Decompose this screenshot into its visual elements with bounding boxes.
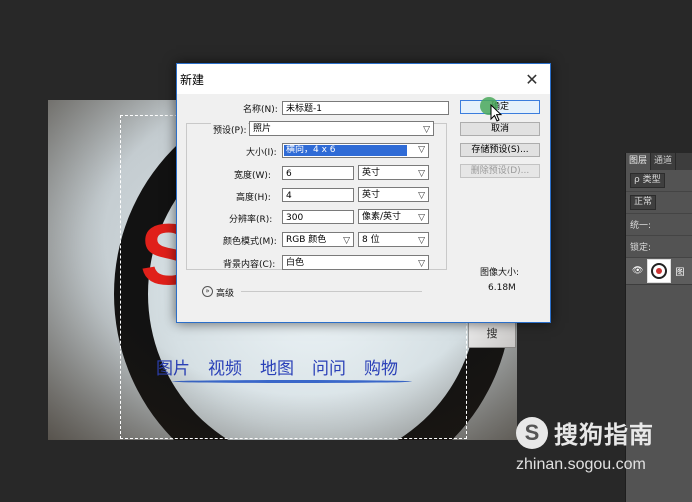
watermark-logo-icon: S bbox=[516, 416, 548, 449]
preset-label: 预设(P): bbox=[211, 123, 249, 136]
chevron-down-icon: ▽ bbox=[418, 191, 425, 201]
chevron-down-icon: ▽ bbox=[418, 169, 425, 179]
resolution-label: 分辨率(R): bbox=[229, 215, 273, 225]
resolution-field[interactable]: 300 bbox=[282, 210, 354, 224]
close-icon[interactable]: ✕ bbox=[522, 69, 542, 89]
height-unit-value: 英寸 bbox=[362, 190, 381, 200]
size-value: 横向，4 x 6 bbox=[284, 145, 407, 156]
layers-panel-tabs: 图层 通道 bbox=[626, 153, 692, 170]
resolution-unit-value: 像素/英寸 bbox=[362, 212, 402, 222]
background-value: 白色 bbox=[286, 258, 305, 268]
layer-thumb-image bbox=[651, 263, 668, 279]
width-unit-select[interactable]: 英寸 ▽ bbox=[358, 165, 429, 180]
chevron-down-icon: ▽ bbox=[423, 125, 430, 135]
layer-name: 图 bbox=[675, 267, 685, 278]
cancel-button[interactable]: 取消 bbox=[460, 122, 540, 136]
chevron-down-icon: ▽ bbox=[418, 259, 425, 269]
background-select[interactable]: 白色 ▽ bbox=[282, 255, 429, 270]
chevron-down-icon: ▽ bbox=[418, 145, 425, 155]
layer-filter-select[interactable]: ρ 类型 bbox=[630, 173, 665, 188]
chevron-expand-icon[interactable]: » bbox=[202, 286, 213, 297]
chevron-down-icon: ▽ bbox=[343, 236, 350, 246]
size-label: 大小(I): bbox=[246, 148, 277, 158]
watermark: S 搜狗指南 bbox=[516, 415, 654, 450]
chevron-down-icon: ▽ bbox=[418, 236, 425, 246]
tab-layers[interactable]: 图层 bbox=[626, 153, 652, 170]
delete-preset-button: 删除预设(D)... bbox=[460, 164, 540, 178]
mouse-cursor-icon bbox=[490, 104, 503, 122]
watermark-brand: 搜狗指南 bbox=[554, 421, 654, 449]
lock-label: 锁定: bbox=[630, 243, 652, 253]
height-label: 高度(H): bbox=[236, 193, 271, 203]
layer-thumbnail bbox=[647, 259, 672, 283]
lock-row: 锁定: bbox=[626, 236, 692, 258]
width-unit-value: 英寸 bbox=[362, 168, 381, 178]
color-mode-label: 颜色模式(M): bbox=[223, 237, 277, 247]
name-label: 名称(N): bbox=[243, 105, 278, 115]
layer-row[interactable]: 👁 图 bbox=[626, 258, 692, 285]
color-mode-select[interactable]: RGB 颜色 ▽ bbox=[282, 232, 354, 247]
resolution-unit-select[interactable]: 像素/英寸 ▽ bbox=[358, 209, 429, 224]
image-size-label: 图像大小: bbox=[480, 268, 520, 278]
unify-row: 统一: bbox=[626, 214, 692, 236]
width-field[interactable]: 6 bbox=[282, 166, 354, 180]
name-field[interactable]: 未标题-1 bbox=[282, 101, 449, 115]
image-size-value: 6.18M bbox=[488, 283, 516, 293]
save-preset-button[interactable]: 存储预设(S)... bbox=[460, 143, 540, 157]
blend-mode-select[interactable]: 正常 bbox=[630, 195, 657, 210]
size-select[interactable]: 横向，4 x 6 ▽ bbox=[282, 143, 429, 158]
dialog-title: 新建 bbox=[180, 73, 205, 87]
background-label: 背景内容(C): bbox=[223, 260, 276, 270]
height-field[interactable]: 4 bbox=[282, 188, 354, 202]
eye-icon[interactable]: 👁 bbox=[632, 266, 643, 276]
advanced-toggle[interactable]: 高级 bbox=[216, 286, 234, 299]
bit-depth-value: 8 位 bbox=[362, 235, 380, 245]
new-document-dialog: 新建 ✕ 名称(N): 未标题-1 预设(P): 照片 ▽ 大小(I): 横向，… bbox=[176, 63, 551, 323]
layer-filter-row: ρ 类型 bbox=[626, 170, 692, 192]
chevron-down-icon: ▽ bbox=[418, 213, 425, 223]
width-label: 宽度(W): bbox=[234, 171, 271, 181]
bit-depth-select[interactable]: 8 位 ▽ bbox=[358, 232, 429, 247]
color-mode-value: RGB 颜色 bbox=[286, 235, 327, 245]
dialog-titlebar[interactable]: 新建 ✕ bbox=[177, 64, 550, 94]
preset-value: 照片 bbox=[253, 124, 272, 134]
unify-label: 统一: bbox=[630, 221, 652, 231]
height-unit-select[interactable]: 英寸 ▽ bbox=[358, 187, 429, 202]
watermark-url: zhinan.sogou.com bbox=[516, 456, 646, 473]
preset-select[interactable]: 照片 ▽ bbox=[249, 121, 434, 136]
advanced-divider bbox=[241, 291, 422, 292]
tab-channels[interactable]: 通道 bbox=[651, 153, 677, 170]
blend-mode-row: 正常 bbox=[626, 192, 692, 214]
